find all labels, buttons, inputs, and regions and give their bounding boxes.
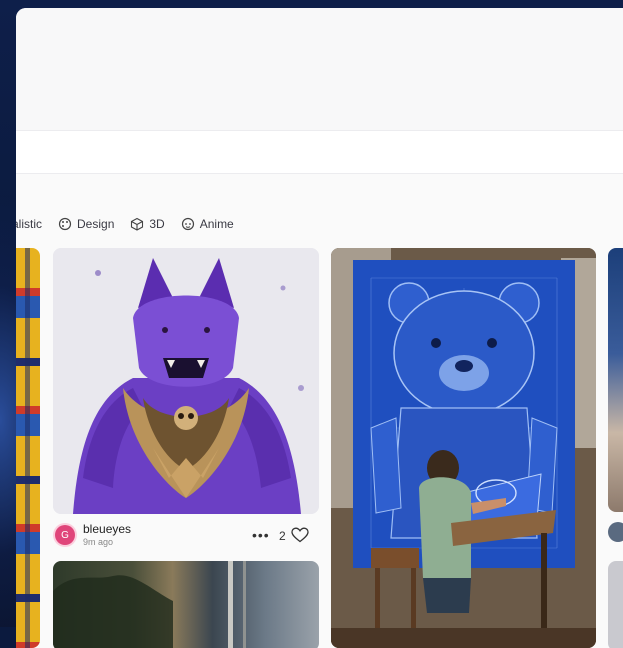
filter-chip-3d[interactable]: 3D <box>130 217 165 231</box>
bear-blueprint-image <box>331 248 596 648</box>
filter-chip-design[interactable]: Design <box>58 217 114 231</box>
like-count: 2 <box>279 529 286 543</box>
more-options-button[interactable]: ••• <box>252 527 270 543</box>
post-time: 9m ago <box>83 537 114 547</box>
filter-label: alistic <box>16 217 43 231</box>
filter-label: Design <box>77 217 115 231</box>
avatar-initial: G <box>61 529 69 541</box>
app-window: alistic Design 3D Anime <box>16 8 623 648</box>
filter-bar: alistic Design 3D Anime <box>16 212 234 236</box>
artwork-card-blue-bear-blueprint[interactable] <box>331 248 596 648</box>
artwork-card-forest[interactable] <box>53 561 319 648</box>
avatar[interactable] <box>608 522 623 542</box>
artwork-card-colorful-strip[interactable] <box>16 248 40 648</box>
werewolf-image <box>53 248 319 514</box>
artwork-card-purple-werewolf[interactable] <box>53 248 319 514</box>
filter-chip-anime[interactable]: Anime <box>181 217 234 231</box>
palette-icon <box>58 217 72 231</box>
heart-icon[interactable] <box>291 527 309 543</box>
filter-label: 3D <box>149 217 165 231</box>
filter-label: Anime <box>199 217 234 231</box>
avatar[interactable]: G <box>55 525 75 545</box>
forest-image <box>53 561 246 648</box>
anime-face-icon <box>181 217 194 231</box>
username[interactable]: bleueyes <box>83 522 131 536</box>
artwork-card-partial-right-lower[interactable] <box>608 561 623 648</box>
filter-chip-realistic[interactable]: alistic <box>16 217 42 231</box>
top-bar <box>16 8 623 130</box>
artwork-card-partial-right[interactable] <box>608 248 623 512</box>
search-strip <box>16 130 623 174</box>
post-meta: G bleueyes 9m ago ••• 2 <box>53 517 319 551</box>
cube-icon <box>131 217 144 231</box>
